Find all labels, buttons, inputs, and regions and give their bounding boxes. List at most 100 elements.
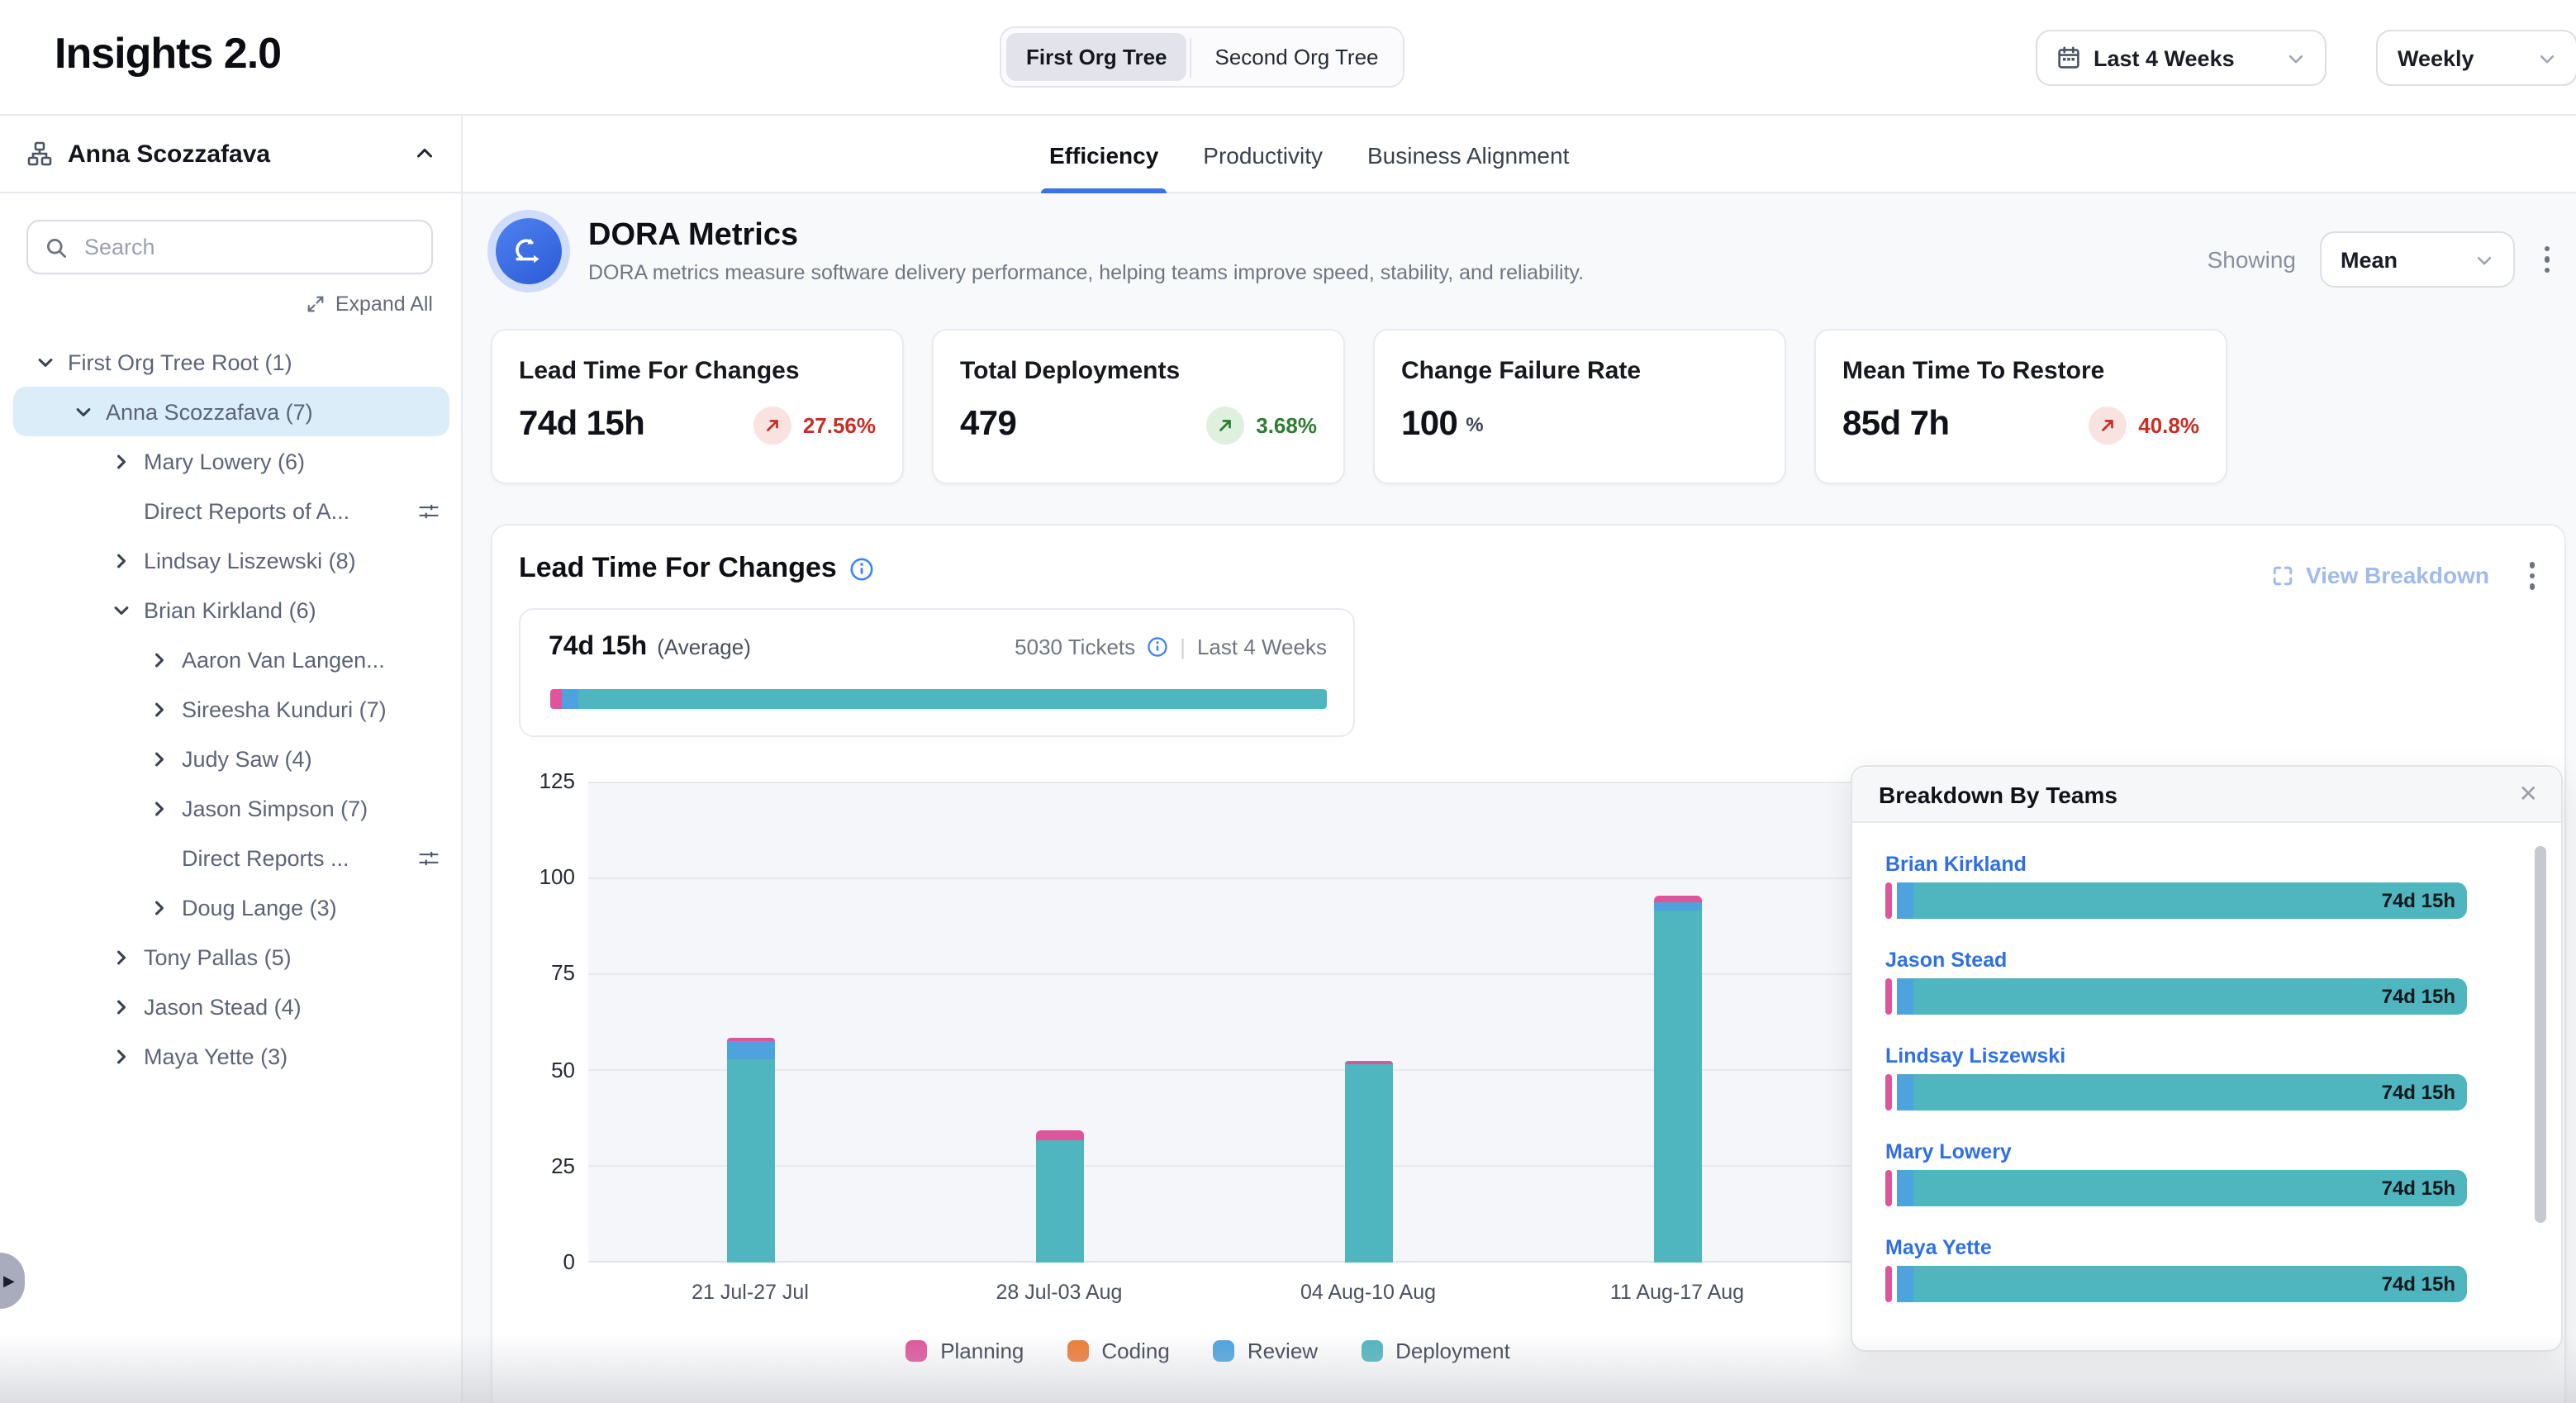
- chevron-right-icon[interactable]: [112, 997, 131, 1015]
- expand-all-button[interactable]: Expand All: [306, 292, 433, 316]
- close-icon[interactable]: ✕: [2519, 780, 2538, 808]
- tab-efficiency[interactable]: Efficiency: [1049, 116, 1158, 193]
- metric-card-title: Total Deployments: [960, 357, 1317, 385]
- bar-segment-review: [1897, 1074, 1913, 1111]
- first-org-tree-tab[interactable]: First Org Tree: [1006, 33, 1187, 81]
- team-name-link[interactable]: Brian Kirkland: [1885, 853, 2467, 876]
- chevron-right-icon[interactable]: [112, 1047, 131, 1065]
- metric-card-unit: %: [1466, 413, 1483, 436]
- bar-segment-review: [1897, 882, 1913, 919]
- bar-segment-deployment: [1344, 1064, 1392, 1263]
- tree-item-doug-lange-3[interactable]: Doug Lange (3): [13, 882, 449, 932]
- chevron-down-icon: [2287, 49, 2305, 67]
- filter-sliders-icon[interactable]: [418, 847, 440, 868]
- showing-controls: Showing Mean: [2208, 231, 2556, 288]
- legend-swatch: [1213, 1340, 1234, 1362]
- tree-item-anna-scozzafava-7[interactable]: Anna Scozzafava (7): [13, 387, 449, 436]
- chevron-down-icon[interactable]: [36, 353, 55, 371]
- tree-item-first-org-tree-root-1[interactable]: First Org Tree Root (1): [13, 337, 449, 387]
- panel-scrollbar[interactable]: [2535, 846, 2546, 1223]
- legend-item-review: Review: [1213, 1339, 1318, 1363]
- page-title: Insights 2.0: [55, 28, 281, 79]
- breakdown-row-mary-lowery: Mary Lowery74d 15h: [1885, 1140, 2467, 1206]
- dora-metrics-header: DORA Metrics DORA metrics measure softwa…: [496, 218, 1584, 284]
- tree-item-lindsay-liszewski-8[interactable]: Lindsay Liszewski (8): [13, 535, 449, 585]
- tree-item-judy-saw-4[interactable]: Judy Saw (4): [13, 734, 449, 783]
- bar-segment-deployment: 74d 15h: [1913, 882, 2467, 919]
- chevron-down-icon[interactable]: [74, 402, 93, 421]
- chevron-right-icon[interactable]: [150, 898, 169, 916]
- section-menu-button[interactable]: [2522, 555, 2541, 596]
- chevron-right-icon[interactable]: [150, 650, 169, 668]
- chevron-up-icon[interactable]: [415, 144, 435, 164]
- breakdown-row-jason-stead: Jason Stead74d 15h: [1885, 949, 2467, 1015]
- chevron-down-icon[interactable]: [112, 601, 131, 619]
- view-breakdown-label: View Breakdown: [2306, 563, 2489, 589]
- search-input[interactable]: [81, 233, 415, 261]
- tree-item-direct-reports[interactable]: Direct Reports ...: [13, 833, 449, 882]
- lead-time-section: Lead Time For Changes View Breakdown 74d…: [491, 524, 2566, 1403]
- tab-productivity[interactable]: Productivity: [1203, 116, 1323, 193]
- tree-item-maya-yette-3[interactable]: Maya Yette (3): [13, 1031, 449, 1081]
- team-name-link[interactable]: Lindsay Liszewski: [1885, 1044, 2467, 1068]
- team-lead-time-bar: 74d 15h: [1885, 1266, 2467, 1302]
- granularity-select[interactable]: Weekly: [2376, 30, 2576, 86]
- chevron-right-icon[interactable]: [150, 799, 169, 817]
- bar-segment-deployment: [1035, 1139, 1083, 1263]
- panel-header: Breakdown By Teams ✕: [1852, 767, 2561, 823]
- breakdown-row-brian-kirkland: Brian Kirkland 74d 15h: [1885, 853, 2467, 919]
- summary-meta: 5030 Tickets | Last 4 Weeks: [1015, 635, 1327, 659]
- view-breakdown-button[interactable]: View Breakdown: [2273, 563, 2489, 589]
- sidebar-expand-handle[interactable]: ▶: [0, 1253, 25, 1309]
- tree-item-aaron-van-langen[interactable]: Aaron Van Langen...: [13, 635, 449, 684]
- tree-item-brian-kirkland-6[interactable]: Brian Kirkland (6): [13, 585, 449, 635]
- tree-item-jason-simpson-7[interactable]: Jason Simpson (7): [13, 783, 449, 833]
- chevron-right-icon[interactable]: [112, 948, 131, 966]
- showing-label: Showing: [2208, 246, 2296, 273]
- bar-segment-review: [1897, 1170, 1913, 1206]
- info-icon[interactable]: [1147, 636, 1168, 658]
- y-tick-label: 125: [492, 768, 575, 793]
- sidebar-search[interactable]: [26, 220, 433, 274]
- breakdown-row-lindsay-liszewski: Lindsay Liszewski 74d 15h: [1885, 1044, 2467, 1111]
- chevron-right-icon[interactable]: [150, 700, 169, 718]
- filter-sliders-icon[interactable]: [418, 500, 440, 521]
- chevron-right-icon[interactable]: [150, 749, 169, 768]
- tree-item-label: Doug Lange (3): [182, 895, 337, 920]
- bar-segment-planning: [1885, 1266, 1892, 1302]
- bar-11-aug-17-aug: [1653, 895, 1701, 1263]
- tree-item-jason-stead-4[interactable]: Jason Stead (4): [13, 982, 449, 1031]
- team-name-link[interactable]: Mary Lowery: [1885, 1140, 2467, 1163]
- tree-item-tony-pallas-5[interactable]: Tony Pallas (5): [13, 932, 449, 982]
- legend-label: Coding: [1101, 1339, 1169, 1363]
- legend-swatch: [905, 1340, 927, 1362]
- tree-item-mary-lowery-6[interactable]: Mary Lowery (6): [13, 436, 449, 486]
- main-tabs: Efficiency Productivity Business Alignme…: [1049, 116, 1569, 193]
- second-org-tree-tab[interactable]: Second Org Tree: [1195, 33, 1399, 81]
- metric-card-delta: 27.56%: [803, 412, 876, 437]
- aggregation-value: Mean: [2341, 247, 2398, 272]
- bar-segment-review: [726, 1041, 774, 1058]
- team-lead-time-bar: 74d 15h: [1885, 1074, 2467, 1111]
- date-range-select[interactable]: Last 4 Weeks: [2036, 30, 2326, 86]
- team-name-link[interactable]: Jason Stead: [1885, 949, 2467, 972]
- metric-card-delta: 40.8%: [2138, 412, 2199, 437]
- section-controls: View Breakdown: [2273, 555, 2541, 596]
- chevron-right-icon[interactable]: [112, 551, 131, 569]
- tab-business-alignment[interactable]: Business Alignment: [1367, 116, 1569, 193]
- tree-item-sireesha-kunduri-7[interactable]: Sireesha Kunduri (7): [13, 684, 449, 734]
- info-icon[interactable]: [850, 556, 875, 581]
- dora-menu-button[interactable]: [2537, 240, 2556, 280]
- metric-card-change-failure-rate: Change Failure Rate100%: [1373, 329, 1786, 484]
- chevron-down-icon: [2474, 250, 2493, 269]
- team-name-link[interactable]: Maya Yette: [1885, 1236, 2467, 1259]
- dora-subtitle: DORA metrics measure software delivery p…: [588, 261, 1584, 284]
- y-tick-label: 100: [492, 864, 575, 889]
- expand-all-label: Expand All: [335, 292, 433, 316]
- chevron-right-icon[interactable]: [112, 452, 131, 470]
- tree-item-label: Judy Saw (4): [182, 746, 312, 771]
- tree-item-direct-reports-of-a[interactable]: Direct Reports of A...: [13, 486, 449, 535]
- summary-period: Last 4 Weeks: [1197, 635, 1327, 659]
- aggregation-select[interactable]: Mean: [2319, 231, 2514, 288]
- x-tick-label: 28 Jul-03 Aug: [935, 1281, 1183, 1304]
